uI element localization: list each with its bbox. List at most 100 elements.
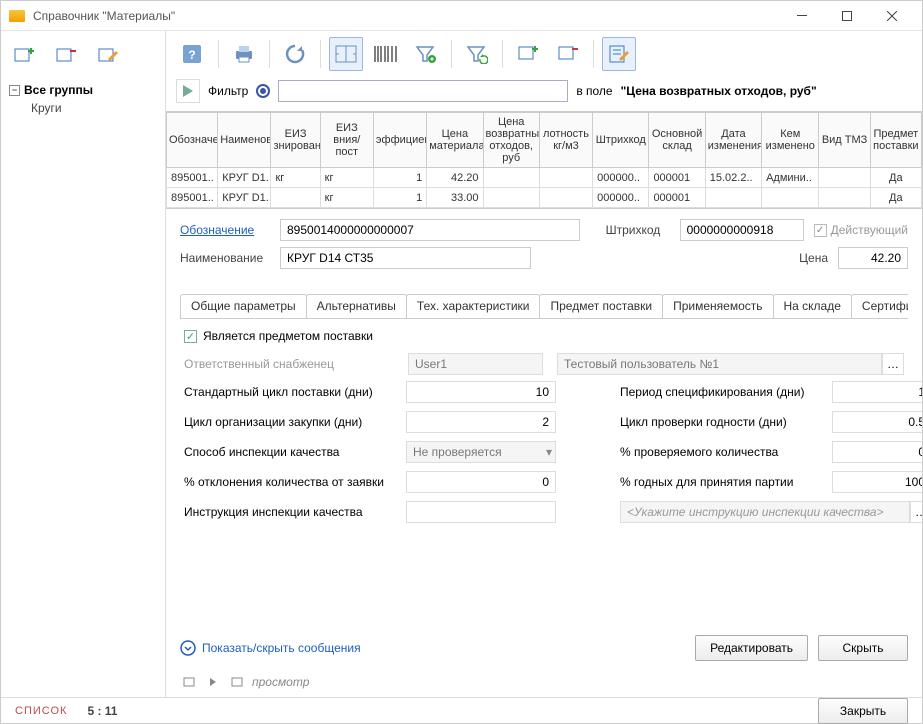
chevron-down-icon: ▾ — [546, 445, 552, 459]
col-h[interactable]: Кем изменено — [762, 113, 819, 168]
detail-header: Обозначение Штрихкод ✓ Действующий Наиме… — [166, 209, 922, 285]
col-h[interactable]: ЕИЗ вния/пост — [320, 113, 373, 168]
filter-row: Фильтр в поле "Цена возвратных отходов, … — [166, 75, 922, 111]
col-h[interactable]: Штрихкод — [593, 113, 649, 168]
dev-input[interactable] — [406, 471, 556, 493]
columns-icon[interactable] — [329, 37, 363, 71]
col-h[interactable]: Основной склад — [649, 113, 705, 168]
insp-select[interactable] — [406, 441, 556, 463]
lbl-instr: Инструкция инспекции качества — [184, 505, 394, 519]
maximize-button[interactable] — [824, 2, 869, 30]
spec-input[interactable] — [832, 381, 922, 403]
name-input[interactable] — [280, 247, 531, 269]
tab-tech[interactable]: Тех. характеристики — [406, 294, 541, 319]
barcode-icon[interactable] — [369, 37, 403, 71]
help-icon[interactable]: ? — [176, 37, 210, 71]
browse-instr-button[interactable]: … — [910, 501, 922, 523]
browse-button[interactable]: … — [882, 353, 904, 375]
refresh-icon[interactable] — [278, 37, 312, 71]
remove-record-icon[interactable] — [551, 37, 585, 71]
col-h[interactable]: ЕИЗ знирован — [271, 113, 320, 168]
pct-input[interactable] — [832, 441, 922, 463]
col-h[interactable]: Цена возвратных отходов, руб — [483, 113, 539, 168]
obj-input[interactable] — [280, 219, 580, 241]
instr-code-input[interactable] — [406, 501, 556, 523]
add-node-icon[interactable] — [11, 43, 37, 69]
good-input[interactable] — [832, 471, 922, 493]
hide-button[interactable]: Скрыть — [818, 635, 908, 661]
svg-text:?: ? — [188, 48, 195, 62]
filter-add-icon[interactable] — [409, 37, 443, 71]
minimize-button[interactable] — [779, 2, 824, 30]
remove-node-icon[interactable] — [53, 43, 79, 69]
lbl-org: Цикл организации закупки (дни) — [184, 415, 394, 429]
record-count: 5 : 11 — [87, 704, 117, 718]
nav-next-icon[interactable] — [204, 673, 222, 691]
shelf-input[interactable] — [832, 411, 922, 433]
resp-full-input[interactable] — [557, 353, 882, 375]
nav-first-icon[interactable] — [180, 673, 198, 691]
toggle-messages-link[interactable]: Показать/скрыть сообщения — [180, 640, 361, 656]
tab-stock[interactable]: На складе — [773, 294, 852, 319]
col-h[interactable]: Наименование — [218, 113, 271, 168]
table-row[interactable]: 895001..КРУГ D1.. кг 133.00 000000..0000… — [167, 188, 922, 208]
edit-button[interactable]: Редактировать — [695, 635, 808, 661]
resp-user-input[interactable] — [408, 353, 543, 375]
filter-input[interactable] — [278, 80, 568, 102]
titlebar: Справочник "Материалы" — [1, 1, 922, 31]
lbl-price: Цена — [788, 251, 828, 265]
print-icon[interactable] — [227, 37, 261, 71]
filter-mode-radio[interactable] — [256, 84, 270, 98]
nav-last-icon[interactable] — [228, 673, 246, 691]
edit-node-icon[interactable] — [95, 43, 121, 69]
close-button[interactable] — [869, 2, 914, 30]
lbl-pct: % проверяемого количества — [620, 445, 820, 459]
col-h[interactable]: Цена материала — [427, 113, 483, 168]
tree-toolbar — [5, 35, 161, 79]
tab-general[interactable]: Общие параметры — [180, 294, 307, 319]
status-text: СПИСОК — [15, 705, 67, 717]
tab-alternatives[interactable]: Альтернативы — [306, 294, 407, 319]
tab-usage[interactable]: Применяемость — [662, 294, 773, 319]
col-h[interactable]: лотность кг/м3 — [539, 113, 592, 168]
tree-child[interactable]: Круги — [5, 99, 161, 117]
close-bottom-button[interactable]: Закрыть — [818, 698, 908, 724]
grid[interactable]: Обозначение Наименование ЕИЗ знирован ЕИ… — [166, 111, 922, 209]
main-toolbar: ? — [166, 31, 922, 75]
tree-root[interactable]: − Все группы — [5, 81, 161, 99]
active-checkbox[interactable]: ✓ Действующий — [814, 223, 908, 237]
col-h[interactable]: Предмет поставки — [870, 113, 921, 168]
price-input[interactable] — [838, 247, 908, 269]
col-h[interactable]: эффициен — [373, 113, 426, 168]
view-mode-label: просмотр — [252, 675, 309, 689]
lbl-responsible: Ответственный снабженец — [184, 357, 394, 371]
col-h[interactable]: Вид ТМЗ — [819, 113, 870, 168]
col-h[interactable]: Дата изменения — [705, 113, 761, 168]
lbl-obj-link[interactable]: Обозначение — [180, 223, 270, 237]
tree-root-label: Все группы — [24, 83, 93, 97]
org-input[interactable] — [406, 411, 556, 433]
run-filter-button[interactable] — [176, 79, 200, 103]
collapse-icon[interactable]: − — [9, 85, 20, 96]
is-supply-checkbox[interactable]: ✓ Является предметом поставки — [184, 329, 904, 343]
instr-text-input[interactable] — [620, 501, 910, 523]
add-record-icon[interactable] — [511, 37, 545, 71]
lbl-insp: Способ инспекции качества — [184, 445, 394, 459]
cycle-input[interactable] — [406, 381, 556, 403]
record-nav: просмотр — [166, 671, 922, 697]
form-edit-icon[interactable] — [602, 37, 636, 71]
tab-certs[interactable]: Сертификаты качества — [851, 294, 908, 319]
lbl-cycle: Стандартный цикл поставки (дни) — [184, 385, 394, 399]
tabs: Общие параметры Альтернативы Тех. характ… — [180, 293, 908, 319]
filter-refresh-icon[interactable] — [460, 37, 494, 71]
statusbar: СПИСОК 5 : 11 Закрыть — [1, 697, 922, 723]
check-icon: ✓ — [184, 330, 197, 343]
col-h[interactable]: Обозначение — [167, 113, 218, 168]
lbl-name: Наименование — [180, 251, 270, 265]
tab-supply[interactable]: Предмет поставки — [539, 294, 663, 319]
filter-label: Фильтр — [208, 84, 248, 98]
table-row[interactable]: 895001..КРУГ D1.. кгкг 142.20 000000..00… — [167, 168, 922, 188]
chevron-circle-icon — [180, 640, 196, 656]
check-icon: ✓ — [814, 224, 827, 237]
barcode-input[interactable] — [680, 219, 804, 241]
